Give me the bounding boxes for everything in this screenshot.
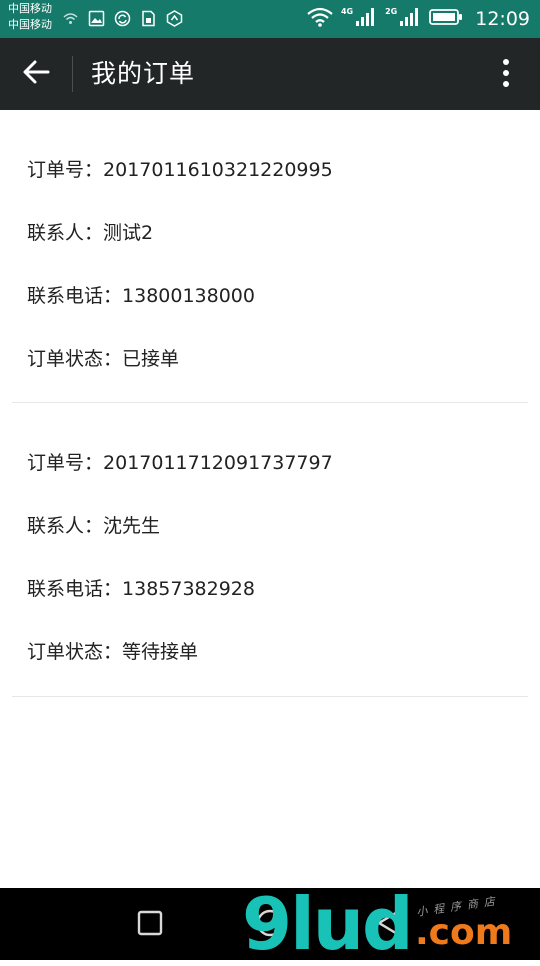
- app-notification-icon: [166, 10, 183, 27]
- wifi-hotspot-icon: [62, 10, 79, 27]
- order-number: 2017011712091737797: [103, 451, 333, 474]
- contact-label: 联系人：: [27, 514, 104, 537]
- status-label: 订单状态：: [27, 347, 123, 370]
- phone-label: 联系电话：: [27, 577, 123, 600]
- network-2g-label: 2G: [385, 6, 398, 16]
- phone-number: 13857382928: [122, 577, 255, 600]
- order-number-label: 订单号：: [27, 451, 104, 474]
- order-card[interactable]: 订单号： 2017011712091737797 联系人： 沈先生 联系电话： …: [12, 403, 528, 697]
- circle-icon: [255, 908, 285, 942]
- sync-icon: [114, 10, 131, 27]
- status-right: 4G 2G 12:09: [307, 6, 530, 32]
- contact-row: 联系人： 沈先生: [27, 494, 528, 557]
- status-label: 订单状态：: [27, 640, 123, 663]
- nav-back-button[interactable]: [372, 908, 406, 942]
- order-card[interactable]: 订单号： 2017011610321220995 联系人： 测试2 联系电话： …: [12, 110, 528, 403]
- square-icon: [137, 910, 163, 940]
- signal-2g-icon: [399, 7, 421, 31]
- carrier-1: 中国移动: [8, 2, 52, 15]
- page-title: 我的订单: [91, 59, 196, 88]
- order-status: 等待接单: [122, 640, 199, 663]
- status-row: 订单状态： 等待接单: [27, 620, 528, 683]
- system-nav-bar: [0, 888, 540, 960]
- more-vertical-icon: [502, 58, 510, 92]
- home-button[interactable]: [253, 908, 287, 942]
- carrier-info: 中国移动 中国移动: [8, 1, 52, 33]
- order-number-row: 订单号： 2017011712091737797: [27, 431, 528, 494]
- app-bar: 我的订单: [0, 38, 540, 110]
- order-number: 2017011610321220995: [103, 158, 333, 181]
- contact-name: 沈先生: [103, 514, 161, 537]
- phone-row: 联系电话： 13800138000: [27, 264, 528, 327]
- clock: 12:09: [475, 8, 530, 30]
- network-4g-label: 4G: [340, 6, 354, 16]
- back-button[interactable]: [16, 55, 56, 93]
- contact-name: 测试2: [103, 221, 154, 244]
- carrier-2: 中国移动: [8, 18, 52, 31]
- sim-card-icon: [140, 10, 157, 27]
- recent-apps-button[interactable]: [133, 908, 167, 942]
- status-bar: 中国移动 中国移动 4G 2G 12:09: [0, 0, 540, 38]
- phone-label: 联系电话：: [27, 284, 123, 307]
- wifi-icon: [307, 7, 333, 31]
- order-number-label: 订单号：: [27, 158, 104, 181]
- contact-row: 联系人： 测试2: [27, 201, 528, 264]
- order-number-row: 订单号： 2017011610321220995: [27, 138, 528, 201]
- contact-label: 联系人：: [27, 221, 104, 244]
- overflow-menu-button[interactable]: [492, 58, 520, 92]
- app-bar-divider: [72, 56, 73, 92]
- phone-row: 联系电话： 13857382928: [27, 557, 528, 620]
- signal-4g-icon: [355, 7, 377, 31]
- order-status: 已接单: [122, 347, 180, 370]
- image-icon: [88, 10, 105, 27]
- triangle-back-icon: [375, 908, 403, 942]
- battery-icon: [429, 8, 463, 30]
- order-list: 订单号： 2017011610321220995 联系人： 测试2 联系电话： …: [0, 110, 540, 697]
- status-row: 订单状态： 已接单: [27, 327, 528, 390]
- notification-icons: [62, 10, 183, 27]
- arrow-left-icon: [22, 59, 50, 89]
- phone-number: 13800138000: [122, 284, 255, 307]
